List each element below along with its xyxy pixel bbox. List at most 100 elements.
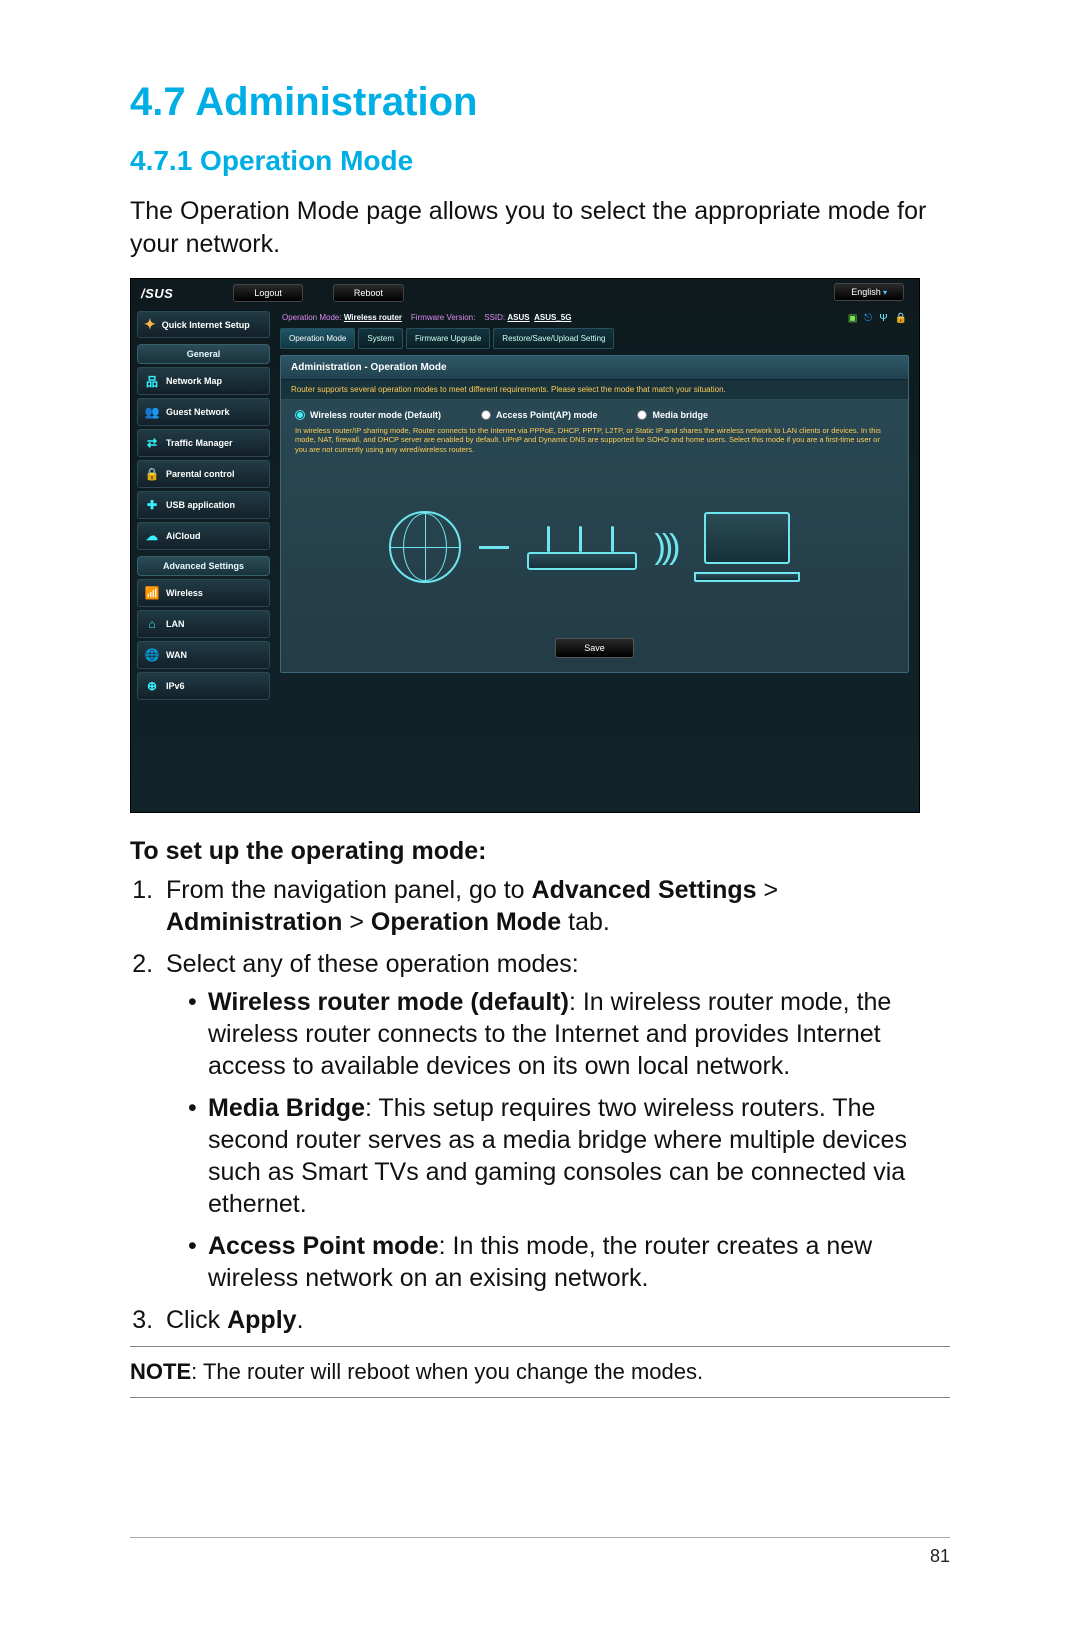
- network-map-icon: 品: [144, 373, 160, 389]
- tab-firmware-upgrade[interactable]: Firmware Upgrade: [406, 328, 490, 349]
- qis-label: Quick Internet Setup: [162, 320, 250, 330]
- nav-label: AiCloud: [166, 531, 201, 541]
- radio-label: Wireless router mode (Default): [310, 410, 441, 420]
- radio-input[interactable]: [295, 410, 305, 420]
- radio-access-point[interactable]: Access Point(AP) mode: [481, 410, 598, 420]
- bullet-media-bridge: Media Bridge: This setup requires two wi…: [188, 1092, 950, 1220]
- text: .: [297, 1306, 304, 1334]
- nav-ipv6[interactable]: ⊕ IPv6: [137, 672, 270, 700]
- usb-application-icon: ✚: [144, 497, 160, 513]
- bullet-access-point: Access Point mode: In this mode, the rou…: [188, 1230, 950, 1294]
- opmode-value: Wireless router: [344, 313, 402, 322]
- nav-label: Wireless: [166, 588, 203, 598]
- text: tab.: [561, 908, 610, 936]
- nav-lan[interactable]: ⌂ LAN: [137, 610, 270, 638]
- cable-icon: [479, 546, 509, 549]
- ipv6-icon: ⊕: [144, 678, 160, 694]
- wifi-waves-icon: ))): [655, 528, 677, 567]
- nav-network-map[interactable]: 品 Network Map: [137, 367, 270, 395]
- nav-label: Parental control: [166, 469, 235, 479]
- text-bold: Advanced Settings: [532, 876, 757, 904]
- language-dropdown[interactable]: English: [834, 283, 904, 301]
- logout-button[interactable]: Logout: [233, 284, 303, 302]
- firmware-label: Firmware Version:: [411, 313, 475, 322]
- note-text: : The router will reboot when you change…: [191, 1359, 703, 1384]
- status-lock-icon: 🔒: [895, 313, 907, 324]
- radio-media-bridge[interactable]: Media bridge: [637, 410, 708, 420]
- panel-title: Administration - Operation Mode: [281, 356, 908, 380]
- footer-rule: [130, 1537, 950, 1538]
- text: Select any of these operation modes:: [166, 950, 579, 978]
- tab-system[interactable]: System: [358, 328, 403, 349]
- section-heading: 4.7 Administration: [130, 80, 950, 125]
- tab-restore-save-upload[interactable]: Restore/Save/Upload Setting: [493, 328, 614, 349]
- wan-icon: 🌐: [144, 647, 160, 663]
- save-button[interactable]: Save: [555, 638, 634, 658]
- traffic-manager-icon: ⇄: [144, 435, 160, 451]
- router-screenshot: /SUS Logout Reboot English ✦ Quick Inter…: [130, 278, 920, 813]
- text: Click: [166, 1306, 227, 1334]
- note-label: NOTE: [130, 1359, 191, 1384]
- mode-description: In wireless router/IP sharing mode, Rout…: [295, 426, 894, 454]
- text: >: [342, 908, 371, 936]
- text-bold: Operation Mode: [371, 908, 561, 936]
- nav-parental-control[interactable]: 🔒Parental control: [137, 460, 270, 488]
- nav-label: Guest Network: [166, 407, 230, 417]
- nav-label: Traffic Manager: [166, 438, 233, 448]
- nav-label: IPv6: [166, 681, 185, 691]
- nav-wan[interactable]: 🌐WAN: [137, 641, 270, 669]
- ssid-2: ASUS_5G: [534, 313, 571, 322]
- topology-diagram: ))): [295, 462, 894, 632]
- note-box: NOTE: The router will reboot when you ch…: [130, 1346, 950, 1398]
- radio-wireless-router[interactable]: Wireless router mode (Default): [295, 410, 441, 420]
- nav-label: USB application: [166, 500, 235, 510]
- radio-input[interactable]: [637, 410, 647, 420]
- subsection-heading: 4.7.1 Operation Mode: [130, 145, 950, 177]
- page-number: 81: [0, 1546, 950, 1567]
- status-icons: ▣ ⎋ Ψ 🔒: [848, 313, 907, 324]
- ssid-label: SSID:: [484, 313, 505, 322]
- step-1: From the navigation panel, go to Advance…: [160, 874, 950, 938]
- quick-internet-setup[interactable]: ✦ Quick Internet Setup: [137, 311, 270, 338]
- opmode-label: Operation Mode:: [282, 313, 342, 322]
- magic-wand-icon: ✦: [144, 316, 156, 333]
- intro-paragraph: The Operation Mode page allows you to se…: [130, 195, 950, 260]
- lan-icon: ⌂: [144, 616, 160, 632]
- sidebar-category-general: General: [137, 344, 270, 364]
- brand-logo: /SUS: [141, 286, 173, 301]
- instructions-title: To set up the operating mode:: [130, 837, 950, 866]
- text: From the navigation panel, go to: [166, 876, 532, 904]
- radio-label: Access Point(AP) mode: [496, 410, 598, 420]
- instruction-steps: From the navigation panel, go to Advance…: [130, 874, 950, 1336]
- tab-operation-mode[interactable]: Operation Mode: [280, 328, 355, 349]
- step-2: Select any of these operation modes: Wir…: [160, 948, 950, 1294]
- sidebar-category-advanced: Advanced Settings: [137, 556, 270, 576]
- panel-subtitle: Router supports several operation modes …: [281, 380, 908, 400]
- status-connected-icon: ▣: [848, 313, 857, 324]
- radio-input[interactable]: [481, 410, 491, 420]
- nav-usb-application[interactable]: ✚ USB application: [137, 491, 270, 519]
- radio-label: Media bridge: [652, 410, 708, 420]
- wireless-icon: 📶: [144, 585, 160, 601]
- nav-guest-network[interactable]: 👥 Guest Network: [137, 398, 270, 426]
- status-link-icon: ⎋: [864, 313, 872, 324]
- nav-wireless[interactable]: 📶 Wireless: [137, 579, 270, 607]
- operation-mode-radios: Wireless router mode (Default) Access Po…: [295, 410, 894, 420]
- nav-label: LAN: [166, 619, 185, 629]
- nav-traffic-manager[interactable]: ⇄ Traffic Manager: [137, 429, 270, 457]
- text-bold: Administration: [166, 908, 342, 936]
- nav-label: Network Map: [166, 376, 222, 386]
- panel: Administration - Operation Mode Router s…: [280, 355, 909, 673]
- ssid-1: ASUS: [507, 313, 529, 322]
- globe-icon: [389, 511, 461, 583]
- text-bold: Wireless router mode (default): [208, 988, 569, 1016]
- text: >: [757, 876, 779, 904]
- tab-bar: Operation Mode System Firmware Upgrade R…: [280, 328, 909, 349]
- info-bar: ▣ ⎋ Ψ 🔒 Operation Mode: Wireless router …: [280, 311, 909, 328]
- reboot-button[interactable]: Reboot: [333, 284, 404, 302]
- text-bold: Apply: [227, 1306, 296, 1334]
- step-3: Click Apply.: [160, 1304, 950, 1336]
- guest-network-icon: 👥: [144, 404, 160, 420]
- nav-aicloud[interactable]: ☁AiCloud: [137, 522, 270, 550]
- laptop-icon: [694, 512, 800, 582]
